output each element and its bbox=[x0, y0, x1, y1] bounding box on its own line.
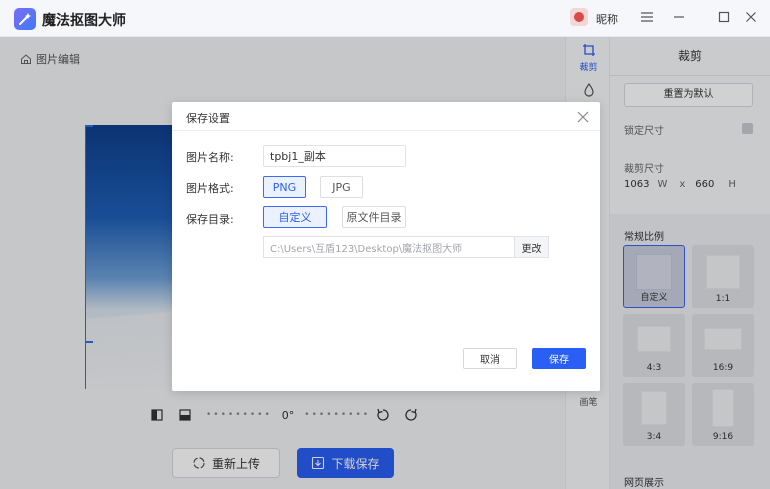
panel-divider bbox=[610, 75, 770, 76]
ratio-option-1-1[interactable]: 1:1 bbox=[692, 245, 754, 308]
rotate-slider-right[interactable]: ••••••••• bbox=[304, 410, 370, 420]
ratio-label: 4:3 bbox=[646, 363, 662, 373]
crop-handle-top-left[interactable] bbox=[85, 125, 93, 127]
ratio-heading: 常规比例 bbox=[624, 232, 664, 243]
height-field[interactable]: 660 bbox=[695, 179, 714, 190]
size-separator: x bbox=[679, 179, 686, 190]
breadcrumb[interactable]: 图片编辑 bbox=[20, 51, 80, 67]
reset-default-button[interactable]: 重置为默认 bbox=[624, 83, 753, 107]
crop-panel: 裁剪 重置为默认 锁定尺寸 裁剪尺寸 1063 W x 660 H 常规比例 自… bbox=[610, 37, 770, 489]
rotate-toolbar: ••••••••• 0° ••••••••• bbox=[150, 405, 418, 425]
crop-handle-bottom-left[interactable] bbox=[85, 341, 93, 343]
save-path-input[interactable] bbox=[263, 236, 515, 258]
save-dir-label: 保存目录: bbox=[186, 213, 234, 226]
ratio-label: 自定义 bbox=[640, 293, 668, 303]
close-icon[interactable] bbox=[740, 6, 762, 28]
ratio-option-16-9[interactable]: 16:9 bbox=[692, 314, 754, 377]
image-name-label: 图片名称: bbox=[186, 151, 234, 164]
tool-fill[interactable] bbox=[566, 82, 611, 100]
home-icon bbox=[21, 54, 31, 64]
flip-horizontal-icon[interactable] bbox=[150, 408, 164, 422]
flip-vertical-icon[interactable] bbox=[178, 408, 192, 422]
rotate-left-icon[interactable] bbox=[376, 408, 390, 422]
ratio-option-3-4[interactable]: 3:4 bbox=[623, 383, 685, 446]
change-path-button[interactable]: 更改 bbox=[514, 236, 549, 258]
width-unit: W bbox=[657, 179, 668, 190]
ratio-preview bbox=[706, 255, 740, 289]
ratio-label: 9:16 bbox=[712, 432, 734, 442]
tool-crop[interactable]: 裁剪 bbox=[566, 43, 611, 73]
refresh-icon bbox=[193, 457, 205, 469]
ratio-preview bbox=[712, 389, 734, 427]
download-icon bbox=[312, 456, 325, 470]
width-field[interactable]: 1063 bbox=[624, 179, 649, 190]
dialog-close-icon[interactable] bbox=[576, 110, 590, 124]
app-logo-icon bbox=[14, 8, 36, 30]
ratio-preview bbox=[704, 328, 742, 350]
save-button[interactable]: 保存 bbox=[532, 348, 586, 369]
ratio-option-custom[interactable]: 自定义 bbox=[623, 245, 685, 308]
crop-size-label: 裁剪尺寸 bbox=[624, 164, 664, 175]
ratio-label: 16:9 bbox=[712, 363, 734, 373]
dir-original-button[interactable]: 原文件目录 bbox=[342, 206, 406, 228]
panel-title: 裁剪 bbox=[677, 49, 702, 63]
ratio-preview bbox=[641, 391, 667, 425]
download-save-button[interactable]: 下载保存 bbox=[297, 448, 394, 478]
crop-size-row: 1063 W x 660 H bbox=[624, 179, 736, 190]
maximize-icon[interactable] bbox=[713, 6, 735, 28]
reupload-button[interactable]: 重新上传 bbox=[172, 448, 280, 478]
rotation-value: 0° bbox=[281, 408, 295, 422]
image-name-input[interactable] bbox=[263, 145, 406, 167]
download-save-label: 下载保存 bbox=[331, 456, 380, 471]
menu-icon[interactable] bbox=[636, 6, 658, 28]
rotate-right-icon[interactable] bbox=[404, 408, 418, 422]
rotate-slider-left[interactable]: ••••••••• bbox=[206, 410, 272, 420]
ratio-option-9-16[interactable]: 9:16 bbox=[692, 383, 754, 446]
crop-icon bbox=[582, 44, 595, 56]
format-png-button[interactable]: PNG bbox=[263, 176, 306, 198]
lock-size-checkbox[interactable] bbox=[742, 123, 753, 134]
paint-drop-icon bbox=[583, 82, 594, 97]
ratio-label: 1:1 bbox=[715, 294, 731, 304]
app-title: 魔法抠图大师 bbox=[42, 13, 126, 29]
format-jpg-button[interactable]: JPG bbox=[320, 176, 363, 198]
ratio-preview bbox=[637, 326, 671, 352]
tool-brush[interactable]: 画笔 bbox=[566, 395, 611, 408]
breadcrumb-label: 图片编辑 bbox=[36, 53, 80, 66]
dialog-title: 保存设置 bbox=[186, 112, 230, 125]
lock-size-label: 锁定尺寸 bbox=[624, 126, 664, 137]
save-settings-dialog: 保存设置 图片名称: 图片格式: PNG JPG 保存目录: 自定义 原文件目录… bbox=[172, 102, 600, 391]
minimize-icon[interactable] bbox=[668, 6, 690, 28]
web-preview-heading: 网页展示 bbox=[624, 478, 664, 489]
ratio-option-4-3[interactable]: 4:3 bbox=[623, 314, 685, 377]
cancel-button[interactable]: 取消 bbox=[463, 348, 517, 369]
dir-custom-button[interactable]: 自定义 bbox=[263, 206, 327, 228]
crop-frame-edge[interactable] bbox=[85, 125, 86, 389]
image-format-label: 图片格式: bbox=[186, 182, 234, 195]
tool-brush-label: 画笔 bbox=[579, 398, 598, 408]
title-bar: 魔法抠图大师 昵称 bbox=[0, 0, 770, 37]
tool-crop-label: 裁剪 bbox=[579, 63, 598, 73]
ratio-preview bbox=[636, 254, 672, 290]
ratio-label: 3:4 bbox=[646, 432, 662, 442]
avatar[interactable] bbox=[570, 8, 588, 26]
height-unit: H bbox=[728, 179, 736, 190]
dialog-divider bbox=[172, 130, 600, 131]
nickname[interactable]: 昵称 bbox=[596, 11, 618, 27]
reupload-label: 重新上传 bbox=[211, 456, 260, 471]
